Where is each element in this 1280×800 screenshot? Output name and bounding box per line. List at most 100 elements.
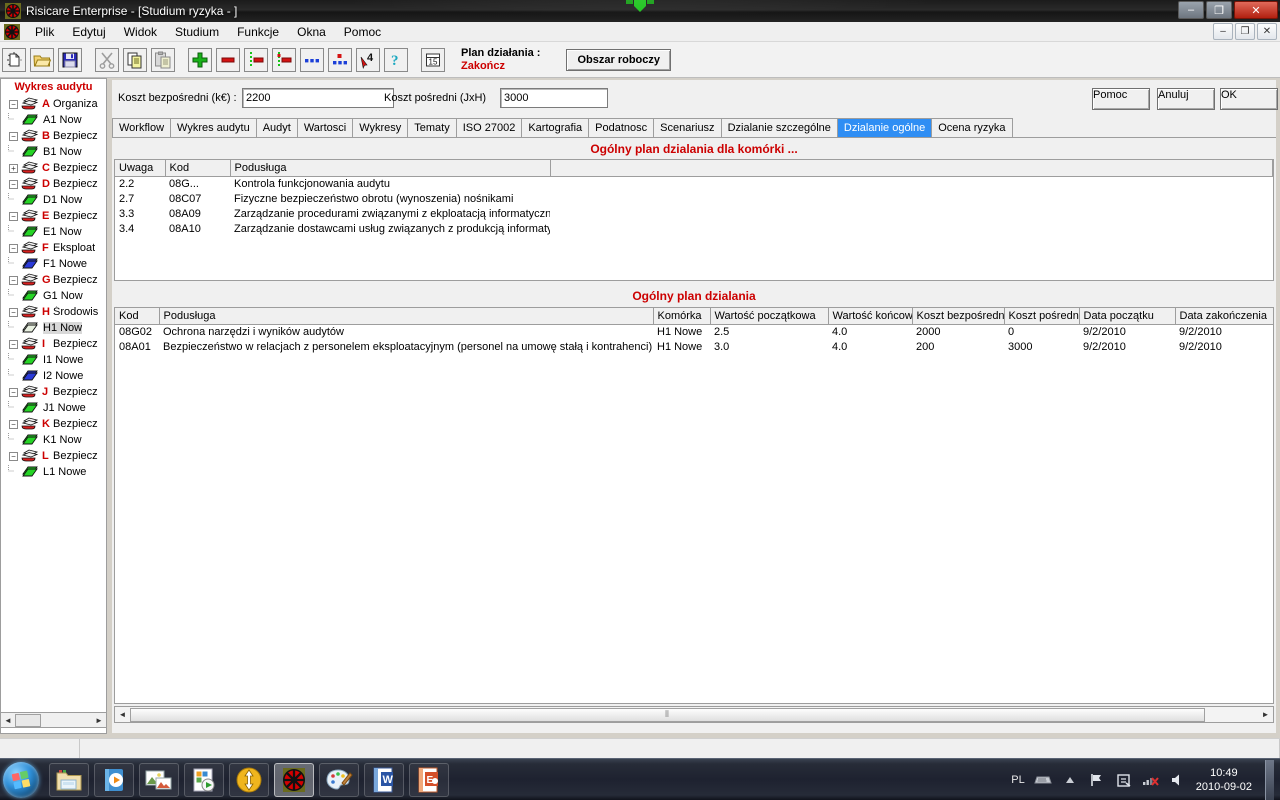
taskbar-item-media-player-icon[interactable] xyxy=(94,762,134,797)
lower-grid-horizontal-scrollbar[interactable]: ◄ ⦀ ► xyxy=(114,706,1274,723)
column-header[interactable]: Komórka xyxy=(653,308,711,325)
new-document-icon[interactable] xyxy=(2,47,26,72)
collapse-icon[interactable]: − xyxy=(9,387,18,397)
taskbar-item-explorer-icon[interactable] xyxy=(49,762,89,797)
tree-scroll-right-icon[interactable]: ► xyxy=(92,713,106,727)
grid-scroll-right-icon[interactable]: ► xyxy=(1258,707,1273,722)
table-row[interactable]: 2.7 08C07 Fizyczne bezpieczeństwo obrotu (… xyxy=(115,191,1273,206)
tab-workflow[interactable]: Workflow xyxy=(112,118,172,137)
tree-parent-node[interactable]: + C Bezpiecz xyxy=(3,160,106,176)
tree-child-node[interactable]: J1 Nowe xyxy=(3,400,106,416)
lower-grid[interactable]: Kod Podusługa Komórka Wartość początkowa War… xyxy=(114,307,1274,704)
column-header[interactable]: Koszt pośredni xyxy=(1004,308,1080,325)
mdi-minimize-button[interactable]: – xyxy=(1213,23,1233,40)
tree-parent-node[interactable]: − F Eksploat xyxy=(3,240,106,256)
window-close-button[interactable]: ✕ xyxy=(1234,1,1278,19)
table-row[interactable]: 3.3 08A09 Zarządzanie procedurami związany… xyxy=(115,206,1273,221)
pointer-four-icon[interactable]: 4 xyxy=(356,47,380,72)
cancel-button[interactable]: Anuluj xyxy=(1157,88,1215,110)
tree-horizontal-scrollbar[interactable]: ◄ ► xyxy=(0,712,107,728)
collapse-icon[interactable]: − xyxy=(9,211,18,221)
tree-parent-node[interactable]: − K Bezpiecz xyxy=(3,416,106,432)
show-desktop-button[interactable] xyxy=(1265,760,1274,800)
column-header[interactable]: Uwaga xyxy=(115,160,166,177)
menu-item-edytuj[interactable]: Edytuj xyxy=(63,23,114,41)
tree-child-node[interactable]: L1 Nowe xyxy=(3,464,106,480)
taskbar-item-paint-icon[interactable] xyxy=(319,762,359,797)
tree-parent-node[interactable]: − I Bezpiecz xyxy=(3,336,106,352)
window-minimize-button[interactable]: – xyxy=(1178,1,1204,19)
tree-parent-node[interactable]: − H Środowis xyxy=(3,304,106,320)
upper-grid[interactable]: Uwaga Kod Podusługa 2.2 08G... Kontrola funkc… xyxy=(114,159,1274,281)
list-green-icon[interactable] xyxy=(244,47,268,72)
grid-scroll-thumb[interactable]: ⦀ xyxy=(130,707,1205,722)
tab-audyt[interactable]: Audyt xyxy=(255,118,298,137)
taskbar-item-word-icon[interactable]: W xyxy=(364,762,404,797)
collapse-icon[interactable]: − xyxy=(9,419,18,429)
grid-scroll-left-icon[interactable]: ◄ xyxy=(115,707,130,722)
taskbar-item-photo-viewer-icon[interactable] xyxy=(139,762,179,797)
paste-icon[interactable] xyxy=(151,47,175,72)
volume-icon[interactable] xyxy=(1169,771,1187,789)
open-folder-icon[interactable] xyxy=(30,47,54,72)
tab-dzialanie-szczeg-lne[interactable]: Dzialanie szczególne xyxy=(720,118,838,137)
flag-icon[interactable] xyxy=(1088,771,1106,789)
tab-kartografia[interactable]: Kartografia xyxy=(521,118,590,137)
expand-icon[interactable]: + xyxy=(9,163,18,173)
collapse-icon[interactable]: − xyxy=(9,99,18,109)
action-center-icon[interactable] xyxy=(1115,771,1133,789)
column-header[interactable]: Kod xyxy=(115,308,160,325)
tree-child-node[interactable]: G1 Now xyxy=(3,288,106,304)
show-hidden-icons-icon[interactable] xyxy=(1061,771,1079,789)
tab-wartosci[interactable]: Wartosci xyxy=(296,118,354,137)
tree-child-node[interactable]: H1 Now xyxy=(3,320,106,336)
cut-scissors-icon[interactable] xyxy=(95,47,119,72)
indirect-cost-input[interactable] xyxy=(500,88,608,108)
help-button[interactable]: Pomoc xyxy=(1092,88,1150,110)
tree-scroll-thumb[interactable] xyxy=(15,713,41,727)
tab-bar[interactable]: Workflow Wykres audytu Audyt Wartosci Wykres… xyxy=(112,118,1276,138)
mdi-restore-button[interactable]: ❐ xyxy=(1235,23,1255,40)
copy-icon[interactable] xyxy=(123,47,147,72)
audit-tree[interactable]: − A Organiza A1 Now − B Bezpiecz B1 Now + C Bezpie… xyxy=(1,96,106,480)
taskbar-item-filezilla-icon[interactable] xyxy=(229,762,269,797)
list-red-marker-icon[interactable] xyxy=(272,47,296,72)
dots-blue-icon[interactable] xyxy=(300,47,324,72)
menu-item-okna[interactable]: Okna xyxy=(288,23,335,41)
tree-child-node[interactable]: F1 Nowe xyxy=(3,256,106,272)
collapse-icon[interactable]: − xyxy=(9,179,18,189)
tab-podatnosc[interactable]: Podatnosc xyxy=(588,118,655,137)
column-header[interactable]: Data zakończenia xyxy=(1175,308,1273,325)
tree-parent-node[interactable]: − D Bezpiecz xyxy=(3,176,106,192)
table-row[interactable]: 3.4 08A10 Zarządzanie dostawcami usług zwi… xyxy=(115,221,1273,236)
tab-scenariusz[interactable]: Scenariusz xyxy=(653,118,722,137)
column-header[interactable]: Kod xyxy=(165,160,231,177)
taskbar-item-risicare-icon[interactable] xyxy=(274,762,314,797)
start-orb-icon[interactable] xyxy=(3,761,39,798)
save-disk-icon[interactable] xyxy=(58,47,82,72)
tab-iso-27002[interactable]: ISO 27002 xyxy=(455,118,523,137)
table-row[interactable]: 08G02 Ochrona narzędzi i wyników audytów H… xyxy=(115,324,1273,339)
tree-child-node[interactable]: K1 Now xyxy=(3,432,106,448)
column-header[interactable]: Wartość początkowa xyxy=(710,308,829,325)
tab-ocena-ryzyka[interactable]: Ocena ryzyka xyxy=(931,118,1013,137)
remove-minus-icon[interactable] xyxy=(216,47,240,72)
tab-wykres-audytu[interactable]: Wykres audytu xyxy=(170,118,257,137)
column-header[interactable]: Wartość końcowa xyxy=(828,308,913,325)
tree-child-node[interactable]: I2 Nowe xyxy=(3,368,106,384)
network-disconnected-icon[interactable] xyxy=(1142,771,1160,789)
tree-child-node[interactable]: A1 Now xyxy=(3,112,106,128)
collapse-icon[interactable]: − xyxy=(9,275,18,285)
collapse-icon[interactable]: − xyxy=(9,131,18,141)
menu-item-widok[interactable]: Widok xyxy=(115,23,166,41)
tree-parent-node[interactable]: − E Bezpiecz xyxy=(3,208,106,224)
collapse-icon[interactable]: − xyxy=(9,339,18,349)
workspace-button[interactable]: Obszar roboczy xyxy=(566,48,671,71)
tree-parent-node[interactable]: − L Bezpiecz xyxy=(3,448,106,464)
tab-dzialanie-og-lne[interactable]: Dzialanie ogólne xyxy=(836,118,933,137)
column-header[interactable]: Podusługa xyxy=(230,160,551,177)
ok-button[interactable]: OK xyxy=(1220,88,1278,110)
tree-child-node[interactable]: B1 Now xyxy=(3,144,106,160)
clock[interactable]: 10:49 2010-09-02 xyxy=(1196,766,1252,795)
menu-item-plik[interactable]: Plik xyxy=(26,23,63,41)
